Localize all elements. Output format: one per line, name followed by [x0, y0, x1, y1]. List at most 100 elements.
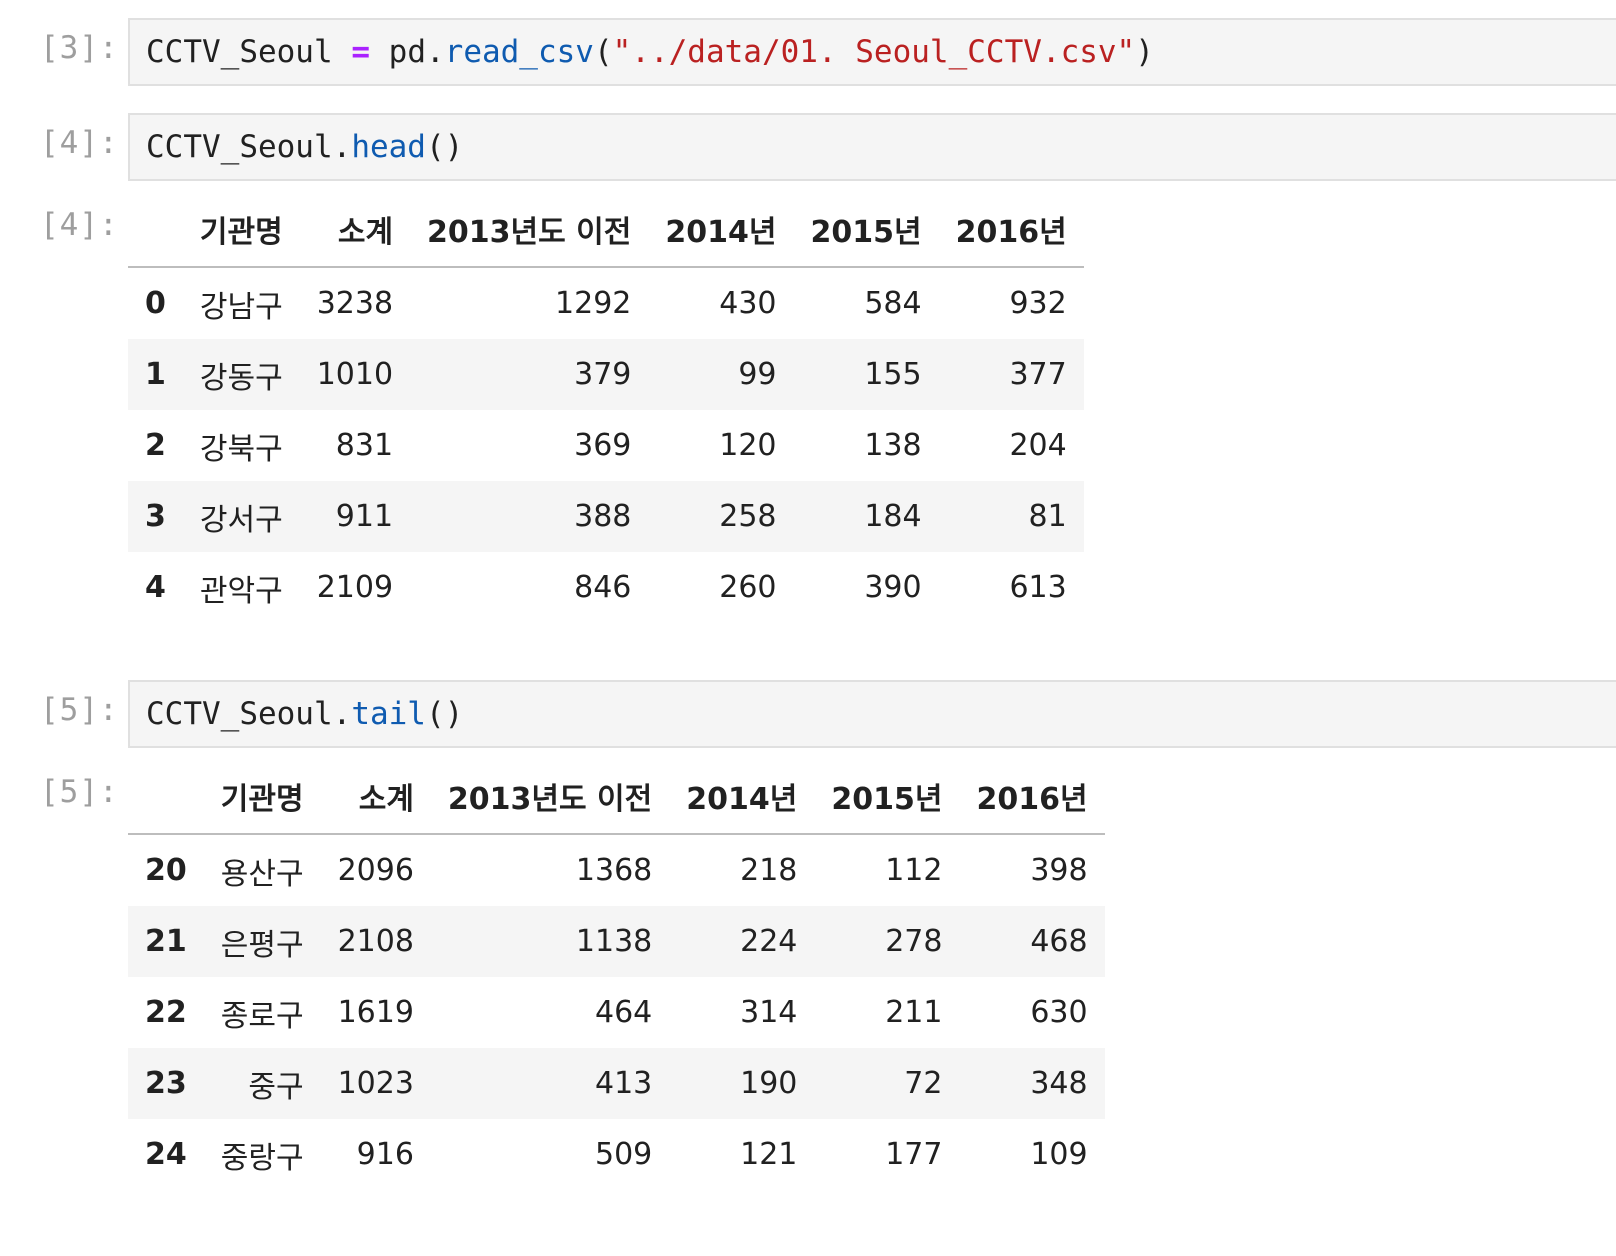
column-header: 2015년	[793, 192, 939, 268]
table-header-row: 기관명 소계 2013년도 이전 2014년 2015년 2016년	[128, 759, 1105, 835]
table-cell: 109	[1030, 1137, 1088, 1172]
row-index: 3	[145, 499, 166, 534]
column-header: 2016년	[959, 759, 1105, 835]
table-cell: 916	[356, 1137, 414, 1172]
table-cell: 509	[595, 1137, 653, 1172]
table-cell: 846	[574, 570, 632, 605]
output-prompt-5: [5]:	[40, 774, 119, 810]
table-row: 23 중구 1023 413 190 72 348	[128, 1048, 1105, 1119]
row-index: 4	[145, 570, 166, 605]
table-cell: 강북구	[199, 431, 283, 467]
column-header: 2016년	[938, 192, 1084, 268]
code-cell-5[interactable]: CCTV_Seoul.tail()	[128, 680, 1616, 748]
table-cell: 204	[1009, 428, 1067, 463]
code-cell-4[interactable]: CCTV_Seoul.head()	[128, 113, 1616, 181]
code-operator: =	[351, 34, 370, 70]
table-cell: 613	[1009, 570, 1067, 605]
table-cell: 1023	[337, 1066, 414, 1101]
table-cell: 584	[864, 286, 922, 321]
table-cell: 278	[885, 924, 943, 959]
table-row: 3 강서구 911 388 258 184 81	[128, 481, 1084, 552]
table-cell: 630	[1030, 995, 1088, 1030]
column-header: 기관명	[182, 192, 300, 268]
table-cell: 121	[740, 1137, 798, 1172]
table-cell: 155	[864, 357, 922, 392]
table-cell: 911	[335, 499, 394, 534]
table-row: 2 강북구 831 369 120 138 204	[128, 410, 1084, 481]
code-line: CCTV_Seoul = pd.read_csv("../data/01. Se…	[146, 20, 1154, 84]
table-cell: 260	[719, 570, 777, 605]
table-cell: 468	[1030, 924, 1088, 959]
code-function: tail	[351, 696, 426, 732]
row-index: 22	[145, 995, 187, 1030]
table-cell: 177	[885, 1137, 943, 1172]
table-cell: 용산구	[220, 856, 304, 892]
row-index: 24	[145, 1137, 187, 1172]
dataframe-tail-table: 기관명 소계 2013년도 이전 2014년 2015년 2016년 20 용산…	[128, 759, 1105, 1190]
code-function: read_csv	[444, 34, 594, 70]
table-cell: 224	[740, 924, 798, 959]
row-index: 23	[145, 1066, 187, 1101]
table-cell: 강남구	[199, 289, 283, 325]
column-header: 2014년	[648, 192, 794, 268]
table-cell: 211	[885, 995, 943, 1030]
table-cell: 99	[738, 357, 777, 392]
table-cell: 1010	[316, 357, 394, 392]
row-index: 21	[145, 924, 187, 959]
code-string: "../data/01. Seoul_CCTV.csv"	[612, 34, 1136, 70]
code-object: pd.	[388, 34, 445, 70]
table-cell: 369	[574, 428, 632, 463]
dataframe-head-table: 기관명 소계 2013년도 이전 2014년 2015년 2016년 0 강남구…	[128, 192, 1084, 623]
index-header	[128, 759, 204, 835]
column-header: 2013년도 이전	[430, 759, 670, 835]
table-cell: 3238	[316, 286, 394, 321]
table-cell: 강서구	[199, 502, 283, 538]
code-function: head	[351, 129, 426, 165]
column-header: 소계	[320, 759, 431, 835]
table-row: 21 은평구 2108 1138 224 278 468	[128, 906, 1105, 977]
table-cell: 138	[864, 428, 922, 463]
code-object: CCTV_Seoul.	[146, 129, 352, 165]
table-cell: 1138	[575, 924, 653, 959]
table-cell: 은평구	[220, 927, 304, 963]
column-header: 2015년	[814, 759, 960, 835]
row-index: 20	[145, 853, 187, 888]
table-header-row: 기관명 소계 2013년도 이전 2014년 2015년 2016년	[128, 192, 1084, 268]
output-prompt-4: [4]:	[40, 207, 119, 243]
table-cell: 379	[574, 357, 632, 392]
table-cell: 377	[1009, 357, 1067, 392]
column-header: 소계	[299, 192, 411, 268]
table-row: 22 종로구 1619 464 314 211 630	[128, 977, 1105, 1048]
table-cell: 2096	[337, 853, 414, 888]
row-index: 2	[145, 428, 166, 463]
table-cell: 430	[719, 286, 777, 321]
table-cell: 종로구	[220, 998, 304, 1034]
table-row: 4 관악구 2109 846 260 390 613	[128, 552, 1084, 623]
table-row: 1 강동구 1010 379 99 155 377	[128, 339, 1084, 410]
table-cell: 120	[719, 428, 777, 463]
input-prompt-5: [5]:	[40, 692, 119, 728]
table-cell: 314	[740, 995, 798, 1030]
table-cell: 1619	[337, 995, 414, 1030]
table-row: 0 강남구 3238 1292 430 584 932	[128, 267, 1084, 339]
code-parens: ()	[425, 129, 464, 165]
column-header: 기관명	[203, 759, 321, 835]
table-cell: 강동구	[199, 360, 283, 396]
table-cell: 413	[595, 1066, 653, 1101]
table-row: 20 용산구 2096 1368 218 112 398	[128, 834, 1105, 906]
column-header: 2014년	[669, 759, 815, 835]
code-object: CCTV_Seoul.	[146, 696, 352, 732]
row-index: 1	[145, 357, 166, 392]
column-header: 2013년도 이전	[410, 192, 649, 268]
table-cell: 중랑구	[220, 1140, 304, 1176]
table-cell: 184	[864, 499, 922, 534]
table-cell: 관악구	[199, 573, 283, 609]
table-cell: 1292	[555, 286, 632, 321]
code-line: CCTV_Seoul.head()	[146, 115, 463, 179]
table-cell: 2108	[337, 924, 414, 959]
table-cell: 464	[595, 995, 653, 1030]
code-paren-close: )	[1135, 34, 1154, 70]
table-cell: 388	[574, 499, 632, 534]
code-cell-3[interactable]: CCTV_Seoul = pd.read_csv("../data/01. Se…	[128, 18, 1616, 86]
table-cell: 중구	[248, 1069, 304, 1105]
